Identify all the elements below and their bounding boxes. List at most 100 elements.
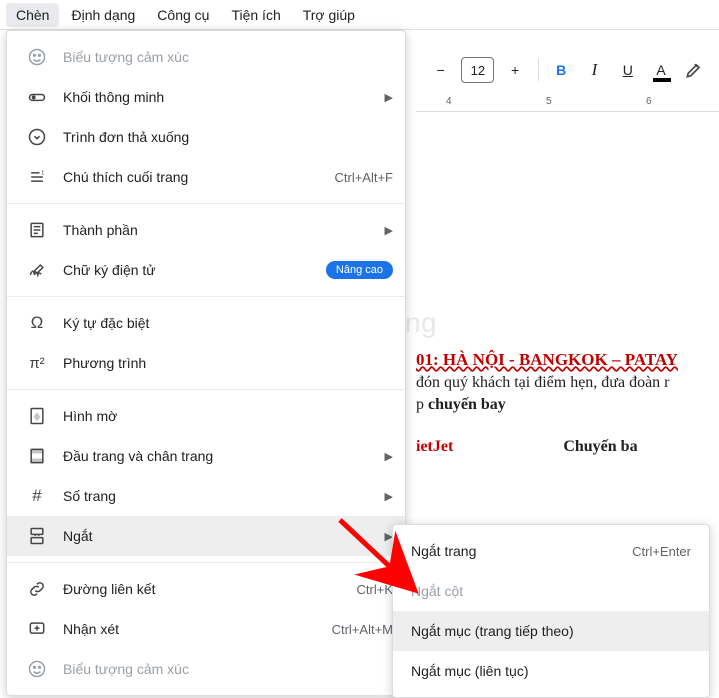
menu-separator — [7, 389, 405, 390]
menu-item-smart-chips[interactable]: Khối thông minh ▶ — [7, 77, 405, 117]
menu-help[interactable]: Trợ giúp — [293, 3, 365, 27]
menu-insert[interactable]: Chèn — [6, 3, 59, 27]
menu-label: Khối thông minh — [63, 89, 377, 105]
menu-item-emoji-reaction[interactable]: Biểu tượng cảm xúc — [7, 649, 405, 689]
font-size-increase[interactable]: + — [500, 54, 529, 86]
submenu-arrow-icon: ▶ — [385, 490, 393, 503]
italic-button[interactable]: I — [580, 54, 609, 86]
menu-label: Đường liên kết — [63, 581, 357, 597]
pi-icon: π² — [25, 351, 49, 375]
ruler-mark: 6 — [646, 96, 652, 107]
ruler: 4 5 6 — [416, 92, 719, 112]
highlighter-icon — [684, 60, 704, 80]
submenu-item-column-break[interactable]: Ngắt cột — [393, 571, 709, 611]
signature-icon — [25, 258, 49, 282]
menu-item-watermark[interactable]: Hình mờ — [7, 396, 405, 436]
font-size-decrease[interactable]: − — [426, 54, 455, 86]
footnote-icon: 1 — [25, 165, 49, 189]
menu-item-break[interactable]: Ngắt ▶ — [7, 516, 405, 556]
building-blocks-icon — [25, 218, 49, 242]
emoji-icon — [25, 657, 49, 681]
header-footer-icon — [25, 444, 49, 468]
menu-label: Hình mờ — [63, 408, 393, 424]
submenu-arrow-icon: ▶ — [385, 91, 393, 104]
submenu-arrow-icon: ▶ — [385, 224, 393, 237]
document-canvas[interactable]: 01: HÀ NỘI - BANGKOK – PATAY đón quý khá… — [416, 180, 719, 456]
menu-label: Đầu trang và chân trang — [63, 448, 377, 464]
link-icon — [25, 577, 49, 601]
dropdown-icon — [25, 125, 49, 149]
table-header-airline: ietJet — [416, 438, 453, 456]
menu-label: Ký tự đặc biệt — [63, 315, 393, 331]
hash-icon: # — [25, 484, 49, 508]
menu-separator — [7, 562, 405, 563]
menu-label: Chữ ký điện tử — [63, 262, 326, 278]
menu-label: Biểu tượng cảm xúc — [63, 661, 393, 677]
menu-label: Nhận xét — [63, 621, 332, 637]
menu-item-dropdown[interactable]: Trình đơn thả xuống — [7, 117, 405, 157]
text-color-label: A — [656, 62, 665, 78]
advanced-badge: Nâng cao — [326, 261, 393, 279]
break-icon — [25, 524, 49, 548]
doc-text: đón quý khách tại điểm hẹn, đưa đoàn r — [416, 374, 719, 392]
submenu-label: Ngắt mục (liên tục) — [411, 663, 528, 679]
menu-label: Phương trình — [63, 355, 393, 371]
submenu-arrow-icon: ▶ — [385, 450, 393, 463]
menu-item-page-numbers[interactable]: # Số trang ▶ — [7, 476, 405, 516]
menu-item-headers-footers[interactable]: Đầu trang và chân trang ▶ — [7, 436, 405, 476]
font-size-input[interactable]: 12 — [461, 57, 494, 83]
menubar: Chèn Định dạng Công cụ Tiện ích Trợ giúp — [0, 0, 719, 30]
ruler-mark: 5 — [546, 96, 552, 107]
ruler-mark: 4 — [446, 96, 452, 107]
menu-label: Biểu tượng cảm xúc — [63, 49, 393, 65]
submenu-label: Ngắt trang — [411, 543, 476, 559]
smart-chip-icon — [25, 85, 49, 109]
submenu-label: Ngắt mục (trang tiếp theo) — [411, 623, 574, 639]
submenu-item-page-break[interactable]: Ngắt trang Ctrl+Enter — [393, 531, 709, 571]
omega-icon: Ω — [25, 311, 49, 335]
menu-label: Số trang — [63, 488, 377, 504]
menu-shortcut: Ctrl+Alt+M — [332, 622, 393, 637]
doc-text-frag: p — [416, 396, 428, 413]
menu-tools[interactable]: Công cụ — [147, 3, 219, 27]
menu-item-building-blocks[interactable]: Thành phần ▶ — [7, 210, 405, 250]
watermark-icon — [25, 404, 49, 428]
menu-item-special-chars[interactable]: Ω Ký tự đặc biệt — [7, 303, 405, 343]
emoji-icon — [25, 45, 49, 69]
submenu-shortcut: Ctrl+Enter — [632, 544, 691, 559]
menu-item-footnote[interactable]: 1 Chú thích cuối trang Ctrl+Alt+F — [7, 157, 405, 197]
menu-label: Ngắt — [63, 528, 377, 544]
menu-item-equation[interactable]: π² Phương trình — [7, 343, 405, 383]
toolbar: − 12 + B I U A — [416, 48, 719, 92]
menu-label: Chú thích cuối trang — [63, 169, 334, 185]
menu-item-esignature[interactable]: Chữ ký điện tử Nâng cao — [7, 250, 405, 290]
menu-format[interactable]: Định dạng — [61, 3, 145, 27]
insert-menu-dropdown: Biểu tượng cảm xúc Khối thông minh ▶ Trì… — [6, 30, 406, 696]
svg-text:1: 1 — [41, 171, 44, 177]
submenu-item-section-continuous[interactable]: Ngắt mục (liên tục) — [393, 651, 709, 691]
menu-item-link[interactable]: Đường liên kết Ctrl+K — [7, 569, 405, 609]
menu-item-comment[interactable]: Nhận xét Ctrl+Alt+M — [7, 609, 405, 649]
text-color-swatch — [653, 78, 671, 82]
doc-table-header: ietJet Chuyến ba — [416, 438, 719, 456]
menu-label: Trình đơn thả xuống — [63, 129, 393, 145]
submenu-label: Ngắt cột — [411, 583, 463, 599]
menu-item-emoji[interactable]: Biểu tượng cảm xúc — [7, 37, 405, 77]
bold-button[interactable]: B — [547, 54, 576, 86]
doc-text: p chuyến bay — [416, 396, 719, 414]
menu-separator — [7, 203, 405, 204]
menu-shortcut: Ctrl+K — [357, 582, 393, 597]
break-submenu: Ngắt trang Ctrl+Enter Ngắt cột Ngắt mục … — [392, 524, 710, 698]
menu-label: Thành phần — [63, 222, 377, 238]
separator — [538, 59, 539, 81]
menu-separator — [7, 296, 405, 297]
comment-icon — [25, 617, 49, 641]
doc-heading: 01: HÀ NỘI - BANGKOK – PATAY — [416, 350, 719, 370]
text-color-button[interactable]: A — [646, 54, 675, 86]
highlight-button[interactable] — [680, 54, 709, 86]
submenu-item-section-next-page[interactable]: Ngắt mục (trang tiếp theo) — [393, 611, 709, 651]
underline-button[interactable]: U — [613, 54, 642, 86]
menu-shortcut: Ctrl+Alt+F — [334, 170, 393, 185]
table-header-flight: Chuyến ba — [563, 438, 637, 456]
menu-extensions[interactable]: Tiện ích — [221, 3, 290, 27]
